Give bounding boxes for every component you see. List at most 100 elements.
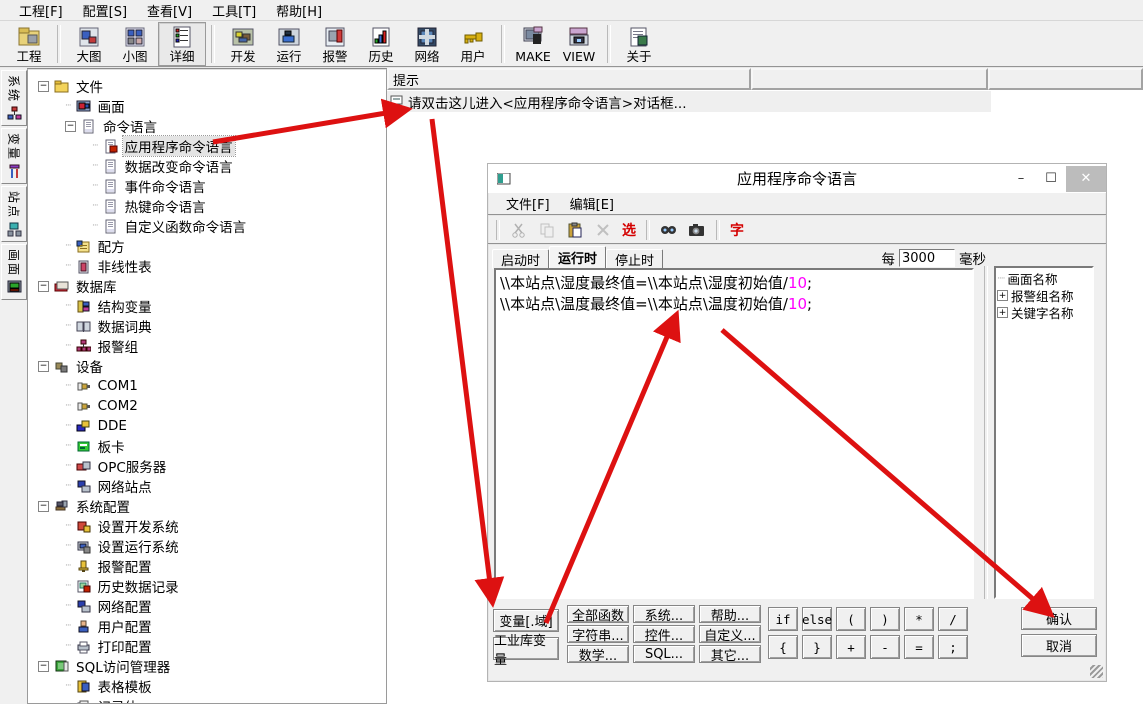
toolbar-button-关于[interactable]: 关于 — [616, 23, 662, 65]
tree-expander-icon[interactable]: − — [65, 121, 76, 132]
empty-column-header[interactable] — [988, 68, 1143, 90]
camera-icon[interactable] — [688, 221, 706, 239]
toolbar-button-报警[interactable]: 报警 — [312, 23, 358, 65]
tree-item-设置运行系统[interactable]: ···设置运行系统 — [28, 536, 386, 556]
tree-item-事件命令语言[interactable]: ···事件命令语言 — [28, 176, 386, 196]
expand-plus-icon[interactable]: + — [997, 290, 1008, 301]
tree-item-报警组[interactable]: ···报警组 — [28, 336, 386, 356]
menu-item-0[interactable]: 工程[F] — [10, 0, 72, 22]
toolbar-button-工程[interactable]: 工程 — [6, 23, 52, 65]
tree-item-SQL访问管理器[interactable]: −SQL访问管理器 — [28, 656, 386, 676]
tree-item-数据改变命令语言[interactable]: ···数据改变命令语言 — [28, 156, 386, 176]
tree-item-OPC服务器[interactable]: ···OPC服务器 — [28, 456, 386, 476]
operator-button-}[interactable]: } — [802, 635, 832, 659]
tab-停止时[interactable]: 停止时 — [606, 249, 663, 269]
tree-item-系统配置[interactable]: −系统配置 — [28, 496, 386, 516]
tree-expander-icon[interactable]: − — [38, 361, 49, 372]
side-tab-画面[interactable]: 画面 — [1, 244, 27, 300]
operator-button-;[interactable]: ; — [938, 635, 968, 659]
tree-expander-icon[interactable]: − — [38, 81, 49, 92]
expand-plus-icon[interactable]: + — [997, 307, 1008, 318]
minimize-button[interactable]: – — [1006, 168, 1036, 190]
tree-item-报警配置[interactable]: ···报警配置 — [28, 556, 386, 576]
operator-button-+[interactable]: + — [836, 635, 866, 659]
operator-button-else[interactable]: else — [802, 607, 832, 631]
name-tree-item-0[interactable]: ····画面名称 — [997, 270, 1091, 287]
dialog-menu-item-1[interactable]: 编辑[E] — [562, 192, 622, 215]
font-tool-button[interactable]: 字 — [730, 220, 744, 240]
side-tab-系统[interactable]: 系统 — [1, 70, 27, 126]
operator-button-([interactable]: ( — [836, 607, 866, 631]
toolbar-button-用户[interactable]: 用户 — [450, 23, 496, 65]
tree-item-设备[interactable]: −设备 — [28, 356, 386, 376]
tree-item-COM2[interactable]: ···COM2 — [28, 396, 386, 416]
operator-button-{[interactable]: { — [768, 635, 798, 659]
toolbar-button-运行[interactable]: 运行 — [266, 23, 312, 65]
hint-column-header[interactable]: 提示 — [387, 68, 751, 90]
tree-item-网络站点[interactable]: ···网络站点 — [28, 476, 386, 496]
toolbar-button-历史[interactable]: 历史 — [358, 23, 404, 65]
tree-item-数据词典[interactable]: ···数据词典 — [28, 316, 386, 336]
menu-item-4[interactable]: 帮助[H] — [267, 0, 331, 22]
operator-button-if[interactable]: if — [768, 607, 798, 631]
function-button-控件...[interactable]: 控件... — [633, 625, 695, 643]
tree-item-打印配置[interactable]: ···打印配置 — [28, 636, 386, 656]
resize-grip[interactable] — [1090, 665, 1103, 678]
tree-item-用户配置[interactable]: ···用户配置 — [28, 616, 386, 636]
toolbar-button-开发[interactable]: 开发 — [220, 23, 266, 65]
operator-button-/[interactable]: / — [938, 607, 968, 631]
function-button-帮助...[interactable]: 帮助... — [699, 605, 761, 623]
menu-item-3[interactable]: 工具[T] — [203, 0, 265, 22]
copy-icon[interactable] — [538, 221, 556, 239]
toolbar-button-网络[interactable]: 网络 — [404, 23, 450, 65]
empty-column-header[interactable] — [751, 68, 988, 90]
operator-button-)[interactable]: ) — [870, 607, 900, 631]
tree-item-结构变量[interactable]: ···结构变量 — [28, 296, 386, 316]
operator-button-*[interactable]: * — [904, 607, 934, 631]
tree-expander-icon[interactable]: − — [38, 281, 49, 292]
name-tree-item-2[interactable]: +关键字名称 — [997, 304, 1091, 321]
tab-运行时[interactable]: 运行时 — [549, 246, 606, 269]
menu-item-1[interactable]: 配置[S] — [74, 0, 136, 22]
select-tool-button[interactable]: 选 — [622, 220, 636, 240]
delete-icon[interactable] — [594, 221, 612, 239]
operator-button--[interactable]: - — [870, 635, 900, 659]
code-editor[interactable]: \\本站点\湿度最终值=\\本站点\湿度初始值/10;\\本站点\温度最终值=\… — [494, 268, 974, 599]
tree-item-命令语言[interactable]: −命令语言 — [28, 116, 386, 136]
tree-item-配方[interactable]: ···配方 — [28, 236, 386, 256]
find-icon[interactable] — [660, 221, 678, 239]
tree-item-DDE[interactable]: ···DDE — [28, 416, 386, 436]
function-button-数学...[interactable]: 数学... — [567, 645, 629, 663]
tree-item-板卡[interactable]: ···板卡 — [28, 436, 386, 456]
industry-lib-variable-button[interactable]: 工业库变量 — [493, 637, 559, 660]
function-button-其它...[interactable]: 其它... — [699, 645, 761, 663]
tree-item-应用程序命令语言[interactable]: ···应用程序命令语言 — [28, 136, 386, 156]
tree-expander-icon[interactable]: − — [38, 661, 49, 672]
toolbar-button-详细[interactable]: 详细 — [158, 22, 206, 66]
toolbar-button-大图[interactable]: 大图 — [66, 23, 112, 65]
tree-item-记录体[interactable]: ···记录体 — [28, 696, 386, 704]
cut-icon[interactable] — [510, 221, 528, 239]
hint-row[interactable]: 请双击这儿进入<应用程序命令语言>对话框... — [387, 91, 991, 112]
tree-expander-icon[interactable]: − — [38, 501, 49, 512]
tree-item-设置开发系统[interactable]: ···设置开发系统 — [28, 516, 386, 536]
toolbar-button-小图[interactable]: 小图 — [112, 23, 158, 65]
tree-item-COM1[interactable]: ···COM1 — [28, 376, 386, 396]
close-button[interactable]: ✕ — [1066, 166, 1106, 192]
confirm-button[interactable]: 确认 — [1021, 607, 1097, 630]
tree-item-自定义函数命令语言[interactable]: ···自定义函数命令语言 — [28, 216, 386, 236]
tab-启动时[interactable]: 启动时 — [492, 249, 549, 269]
tree-item-表格模板[interactable]: ···表格模板 — [28, 676, 386, 696]
tree-item-热键命令语言[interactable]: ···热键命令语言 — [28, 196, 386, 216]
side-tab-变量[interactable]: 变量 — [1, 128, 27, 184]
tree-item-文件[interactable]: −文件 — [28, 76, 386, 96]
function-button-字符串...[interactable]: 字符串... — [567, 625, 629, 643]
interval-input[interactable] — [899, 249, 955, 267]
tree-item-历史数据记录[interactable]: ···历史数据记录 — [28, 576, 386, 596]
maximize-button[interactable]: ☐ — [1036, 168, 1066, 190]
tree-item-网络配置[interactable]: ···网络配置 — [28, 596, 386, 616]
side-tab-站点[interactable]: 站点 — [1, 186, 27, 242]
dialog-menu-item-0[interactable]: 文件[F] — [498, 192, 558, 215]
dialog-titlebar[interactable]: 应用程序命令语言 – ☐ ✕ — [488, 164, 1106, 193]
tree-item-画面[interactable]: ···画面 — [28, 96, 386, 116]
